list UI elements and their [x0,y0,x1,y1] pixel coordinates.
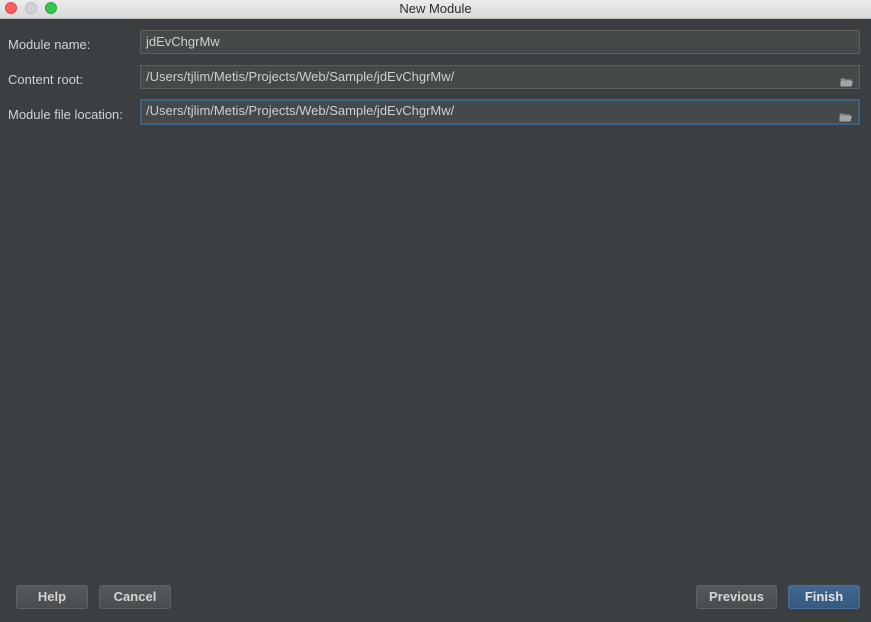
module-file-location-field[interactable]: /Users/tjlim/Metis/Projects/Web/Sample/j… [140,99,860,125]
finish-button[interactable]: Finish [788,585,860,609]
module-name-label: Module name: [8,37,91,52]
module-file-location-value: /Users/tjlim/Metis/Projects/Web/Sample/j… [146,103,455,118]
previous-button[interactable]: Previous [696,585,777,609]
content-root-value: /Users/tjlim/Metis/Projects/Web/Sample/j… [146,69,455,84]
module-name-field[interactable]: jdEvChgrMw [140,30,860,54]
module-name-value: jdEvChgrMw [146,34,220,49]
title-bar: New Module [0,0,871,19]
content-root-browse-folder-icon[interactable] [840,72,854,87]
window-title: New Module [399,1,472,16]
help-button[interactable]: Help [16,585,88,609]
content-root-field[interactable]: /Users/tjlim/Metis/Projects/Web/Sample/j… [140,65,860,89]
cancel-button[interactable]: Cancel [99,585,171,609]
new-module-dialog: New Module Module name: jdEvChgrMw Conte… [0,0,871,622]
module-file-location-browse-folder-icon[interactable] [839,108,853,122]
module-file-location-label: Module file location: [8,107,123,122]
content-root-label: Content root: [8,72,84,87]
